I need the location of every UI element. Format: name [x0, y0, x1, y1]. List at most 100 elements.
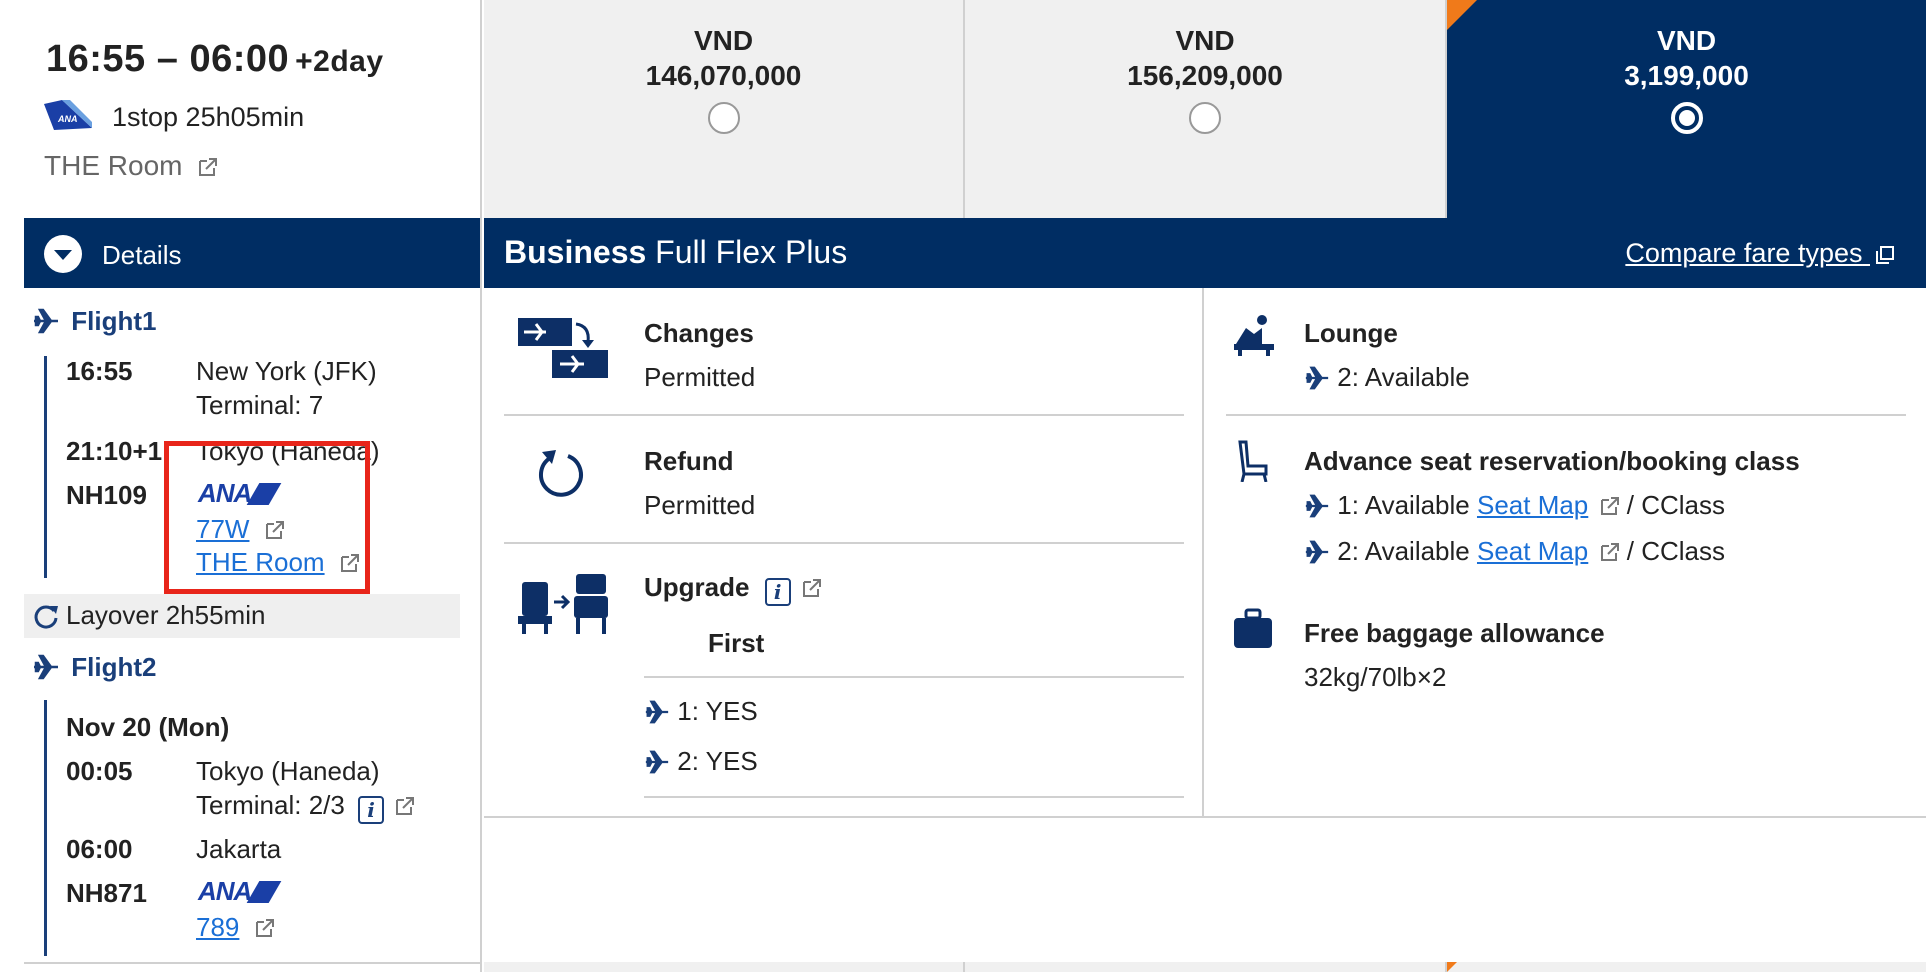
plane-icon — [645, 700, 669, 724]
room-link-top[interactable]: THE Room — [44, 150, 218, 182]
fare-type-title: Business Full Flex Plus — [504, 234, 847, 271]
details-label: Details — [102, 240, 182, 270]
lounge-title: Lounge — [1304, 318, 1398, 348]
stops-duration: 1stop 25h05min — [112, 102, 305, 132]
external-link-icon — [199, 158, 218, 176]
chevron-down-icon — [44, 235, 82, 273]
flight1-heading-text: Flight1 — [71, 306, 157, 336]
cabin-name: Business — [504, 234, 647, 270]
divider — [504, 414, 1184, 416]
fare-radio-1[interactable] — [707, 102, 740, 134]
flight2-heading: Flight2 — [32, 652, 156, 683]
flight2-arr-city: Jakarta — [196, 834, 282, 864]
flight2-dep-terminal: Terminal: 2/3 — [196, 790, 345, 820]
lounge-seg2-row: 2: Available — [1304, 362, 1470, 393]
plane-icon — [34, 654, 58, 680]
aircraft-789-link[interactable]: 789 — [196, 912, 239, 942]
seat-seg2-status: 2: Available — [1337, 536, 1470, 566]
info-icon[interactable]: i — [358, 796, 385, 824]
flight1-dep-city: New York (JFK) — [196, 356, 377, 386]
plane-icon — [1305, 540, 1329, 564]
svg-text:ANA: ANA — [57, 114, 78, 124]
features-column-divider — [1202, 288, 1204, 818]
flight2-arr-time: 06:00 — [66, 834, 133, 864]
compare-link-text[interactable]: Compare fare types — [1625, 238, 1862, 268]
info-icon[interactable]: i — [764, 578, 791, 606]
fare-type-header: Business Full Flex Plus Compare fare typ… — [484, 218, 1926, 288]
seat-seg2-class: / CClass — [1626, 536, 1725, 566]
external-link-icon — [802, 579, 821, 597]
fare-corner-marker — [1447, 962, 1457, 972]
baggage-value: 32kg/70lb×2 — [1304, 662, 1447, 692]
ana-tail-logo-icon: ANA — [44, 100, 92, 130]
fare-radio-3[interactable] — [1670, 102, 1703, 134]
ana-logo-stripe — [246, 881, 282, 903]
upgrade-seg1: 1: YES — [677, 696, 758, 726]
fare-price: 3,199,000 — [1624, 60, 1749, 91]
flight2-dep-time: 00:05 — [66, 756, 133, 786]
upgrade-title: Upgrade — [644, 572, 750, 602]
divider — [963, 962, 965, 972]
external-link-icon — [1600, 497, 1619, 515]
flight2-dep-terminal-row: Terminal: 2/3 i — [196, 790, 415, 824]
flight1-timeline-line — [44, 356, 47, 578]
upgrade-seat-icon — [518, 574, 608, 634]
flight-time-range: 16:55 – 06:00 +2day — [46, 38, 384, 81]
fare-currency: VND — [1656, 25, 1717, 56]
flight2-date: Nov 20 (Mon) — [66, 712, 230, 742]
flight2-aircraft-link[interactable]: 789 — [196, 912, 275, 943]
flight2-dep-city: Tokyo (Haneda) — [196, 756, 380, 786]
flight2-heading-text: Flight2 — [71, 652, 157, 682]
left-column-divider — [480, 0, 482, 972]
seat-reservation-title: Advance seat reservation/booking class — [1304, 446, 1800, 476]
external-link-icon — [255, 919, 274, 937]
external-link-icon — [1600, 543, 1619, 561]
compare-fare-types-link[interactable]: Compare fare types — [1625, 238, 1894, 269]
fare-option-3-selected[interactable]: VND 3,199,000 — [1447, 0, 1926, 218]
plane-icon — [34, 308, 58, 334]
upgrade-class: First — [708, 628, 765, 658]
ana-logo-text: ANA — [198, 876, 252, 906]
seat-map-link-2[interactable]: Seat Map — [1477, 536, 1588, 566]
fare-corner-marker — [1447, 0, 1477, 30]
flight1-heading: Flight1 — [32, 306, 156, 337]
ana-airline-logo: ANA — [198, 876, 282, 907]
flight1-arr-time: 21:10+1 — [66, 436, 163, 466]
flight2-number: NH871 — [66, 878, 147, 908]
external-link-icon — [396, 797, 415, 815]
features-bottom-divider — [484, 816, 1926, 818]
seat-icon — [1238, 440, 1268, 482]
flight2-timeline-line — [44, 700, 47, 956]
refund-icon — [539, 450, 583, 497]
annotation-highlight-box — [164, 441, 370, 594]
divider — [644, 676, 1184, 678]
plane-icon — [1305, 494, 1329, 518]
time-range-text: 16:55 – 06:00 — [46, 38, 290, 80]
seat-seg1-class: / CClass — [1626, 490, 1725, 520]
flight1-dep-terminal: Terminal: 7 — [196, 390, 324, 420]
fare-currency: VND — [1175, 25, 1235, 56]
seat-seg1-status: 1: Available — [1337, 490, 1470, 520]
layover-refresh-icon — [34, 605, 58, 629]
seat-seg1-row: 1: Available Seat Map / CClass — [1304, 490, 1725, 521]
left-bottom-divider — [24, 962, 480, 964]
new-window-icon — [1876, 246, 1894, 264]
fare-option-1[interactable]: VND 146,070,000 — [484, 0, 963, 218]
fare-option-2[interactable]: VND 156,209,000 — [965, 0, 1445, 218]
changes-ticket-icon — [518, 318, 608, 378]
details-toggle[interactable]: Details — [24, 218, 480, 288]
lounge-icon — [1234, 315, 1274, 356]
next-row-fare-strip — [484, 962, 1926, 972]
upgrade-seg1-row: 1: YES — [644, 696, 758, 727]
changes-value: Permitted — [644, 362, 756, 392]
divider — [1226, 414, 1906, 416]
upgrade-seg2-row: 2: YES — [644, 746, 758, 777]
seat-map-link-1[interactable]: Seat Map — [1477, 490, 1588, 520]
seat-seg2-row: 2: Available Seat Map / CClass — [1304, 536, 1725, 567]
fare-name: Full Flex Plus — [655, 234, 848, 270]
fare-radio-2[interactable] — [1189, 102, 1221, 134]
baggage-icon — [1234, 608, 1272, 648]
divider — [644, 796, 1184, 798]
plane-icon — [645, 750, 669, 774]
room-link-text[interactable]: THE Room — [44, 150, 182, 181]
